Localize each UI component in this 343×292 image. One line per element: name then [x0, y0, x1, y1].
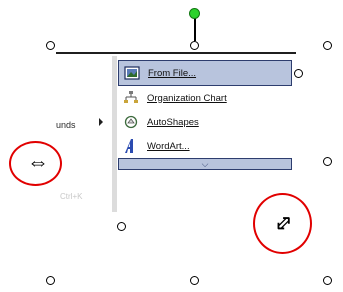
rotation-handle[interactable]: [189, 8, 200, 19]
menu-item-label: From File...: [148, 67, 197, 79]
crop-handle-bottom-left[interactable]: [117, 222, 126, 231]
menu-item-autoshapes[interactable]: AutoShapes: [118, 110, 290, 134]
menu-item-wordart[interactable]: WordArt...: [118, 134, 290, 158]
resize-handle-bottom-right[interactable]: [323, 276, 332, 285]
menu-item-label: AutoShapes: [147, 116, 199, 128]
wordart-icon: [123, 138, 139, 154]
menu-item-from-file[interactable]: From File...: [118, 60, 292, 86]
horizontal-resize-cursor-icon: ⇔: [27, 149, 49, 174]
resize-handle-bottom[interactable]: [190, 276, 199, 285]
picture-icon: [124, 65, 140, 81]
resize-handle-bottom-left[interactable]: [46, 276, 55, 285]
org-chart-icon: [123, 90, 139, 106]
resize-handle-top[interactable]: [190, 41, 199, 50]
autoshapes-icon: [123, 114, 139, 130]
resize-handle-right[interactable]: [323, 157, 332, 166]
resize-handle-top-right[interactable]: [323, 41, 332, 50]
menu-item-label: WordArt...: [147, 140, 190, 152]
shortcut-fragment: Ctrl+K: [60, 192, 83, 201]
menu-icon-strip: [112, 56, 117, 212]
crop-handle-right-upper[interactable]: [294, 69, 303, 78]
chevron-double-down-icon: ⌵: [201, 158, 209, 169]
menu-item-label: Organization Chart: [147, 92, 227, 104]
menu-item-organization-chart[interactable]: Organization Chart: [118, 86, 290, 110]
menu-top-edge: [56, 52, 296, 54]
submenu-arrow-icon: [99, 118, 103, 126]
submenu-fragment-label: unds: [56, 120, 76, 130]
rotation-handle-stem: [194, 17, 196, 41]
resize-handle-top-left[interactable]: [46, 41, 55, 50]
menu-expand-button[interactable]: ⌵: [118, 158, 292, 170]
